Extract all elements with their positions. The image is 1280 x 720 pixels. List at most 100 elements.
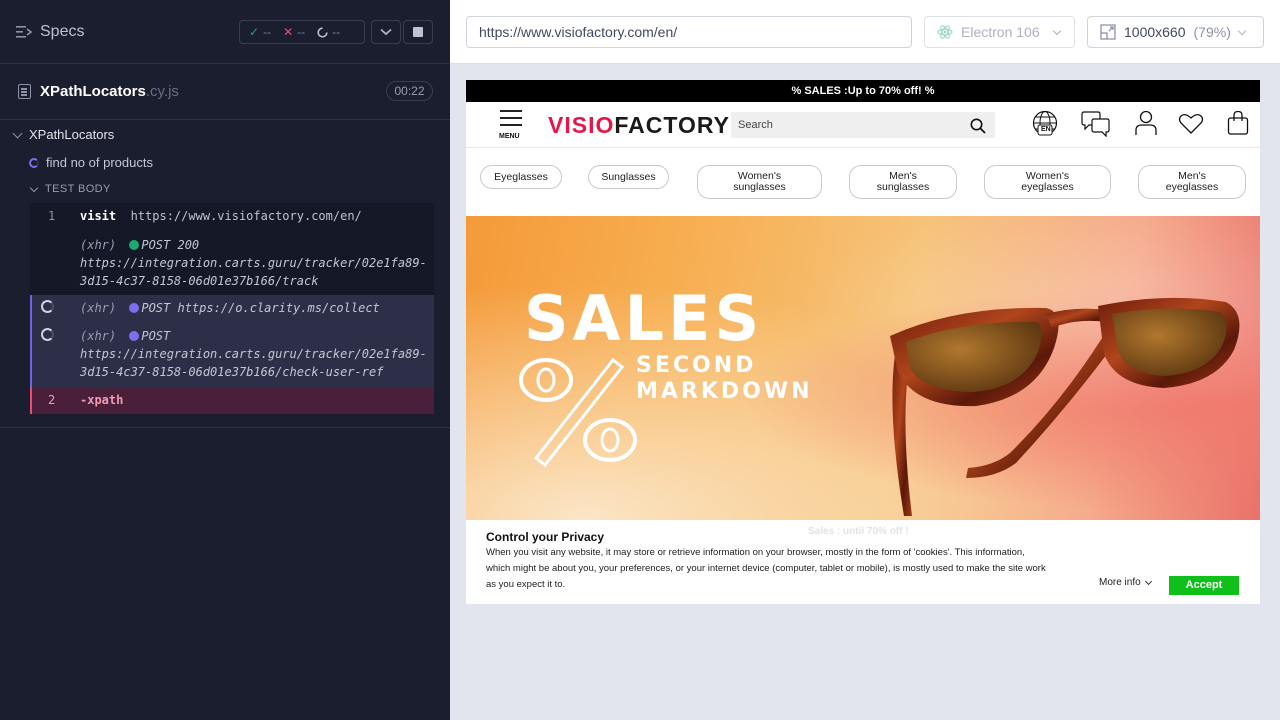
language-badge[interactable]: EN: [1041, 126, 1051, 133]
more-info-label: More info: [1099, 577, 1141, 588]
browser-name: Electron 106: [961, 24, 1040, 40]
failed-count: --: [297, 25, 306, 39]
test-label: find no of products: [46, 155, 153, 170]
banner-subtitle: SECOND MARKDOWN: [636, 353, 813, 404]
globe-icon[interactable]: [1032, 110, 1058, 138]
reporter-header: Specs ✓ -- ✕ -- --: [0, 0, 450, 64]
specs-icon[interactable]: [16, 25, 32, 39]
viewport-scale: (79%): [1193, 24, 1231, 40]
xhr-url: https://integration.carts.guru/tracker/0…: [80, 256, 427, 270]
passed-stat: ✓ --: [249, 25, 271, 39]
xhr-track-line[interactable]: (xhr) POST 200 https://integration.carts…: [80, 236, 427, 290]
viewport-size: 1000x660: [1124, 24, 1186, 40]
command-name: visit: [80, 209, 117, 223]
category-bar: Eyeglasses Sunglasses Women's sunglasses …: [466, 149, 1260, 216]
pending-stat: --: [317, 25, 340, 39]
menu-label[interactable]: MENU: [499, 133, 520, 140]
cookie-ghost-text: Sales : until 70% off !: [808, 526, 909, 537]
visit-line: visit https://www.visiofactory.com/en/: [80, 207, 362, 225]
site-logo[interactable]: VISIOFACTORY: [548, 112, 730, 139]
spinner-icon: [41, 328, 54, 341]
site-header: MENU VISIOFACTORY Search EN: [466, 102, 1260, 148]
test-stats: ✓ -- ✕ -- --: [239, 20, 365, 44]
cross-icon: ✕: [283, 25, 294, 39]
app-preview: https://www.visiofactory.com/en/ Electro…: [450, 0, 1280, 720]
dropdown-button[interactable]: [371, 20, 401, 44]
test-body-text: TEST BODY: [45, 183, 111, 195]
reporter-panel: Specs ✓ -- ✕ -- -- XPathLocators.cy.js 0…: [0, 0, 450, 720]
spinner-icon: [41, 300, 54, 313]
category-sunglasses[interactable]: Sunglasses: [588, 165, 669, 189]
chevron-down-icon: [1052, 26, 1061, 35]
specs-title[interactable]: Specs: [40, 23, 84, 41]
command-visit[interactable]: 1 visit https://www.visiofactory.com/en/…: [30, 203, 434, 295]
search-icon[interactable]: [970, 118, 986, 134]
chevron-down-icon: [1237, 26, 1247, 35]
heart-icon[interactable]: [1178, 113, 1204, 135]
chat-icon[interactable]: [1080, 111, 1112, 137]
stop-button[interactable]: [403, 20, 433, 44]
check-icon: ✓: [249, 25, 260, 39]
xhr-clarity-line[interactable]: (xhr) POST https://o.clarity.ms/collect: [80, 299, 380, 317]
duration-badge: 00:22: [386, 81, 433, 101]
url-bar[interactable]: https://www.visiofactory.com/en/: [466, 16, 912, 48]
stop-icon: [413, 27, 423, 37]
category-mens-sunglasses[interactable]: Men's sunglasses: [849, 165, 957, 199]
command-pending-xhr[interactable]: (xhr) POST https://o.clarity.ms/collect …: [30, 295, 434, 387]
command-number: 1: [48, 209, 56, 223]
status-dot: [129, 331, 140, 341]
cookie-banner: Sales : until 70% off ! Control your Pri…: [466, 520, 1260, 604]
category-womens-sunglasses[interactable]: Women's sunglasses: [697, 165, 822, 199]
failed-stat: ✕ --: [283, 25, 305, 39]
file-icon: [18, 84, 31, 99]
viewport-info[interactable]: 1000x660 (79%): [1087, 16, 1264, 48]
pending-count: --: [332, 25, 341, 39]
test-title[interactable]: find no of products: [29, 155, 153, 170]
cookie-title: Control your Privacy: [486, 530, 605, 544]
xhr-method-url: POST https://o.clarity.ms/collect: [141, 301, 380, 315]
chevron-down-icon: [29, 183, 39, 192]
divider: [0, 427, 450, 428]
aut-frame: % SALES :Up to 70% off! % MENU VISIOFACT…: [466, 80, 1260, 604]
browser-selector[interactable]: Electron 106: [924, 16, 1075, 48]
category-womens-eyeglasses[interactable]: Women's eyeglasses: [984, 165, 1111, 199]
category-mens-eyeglasses[interactable]: Men's eyeglasses: [1138, 165, 1246, 199]
spec-file-row[interactable]: XPathLocators.cy.js 00:22: [0, 64, 450, 120]
command-message: https://www.visiofactory.com/en/: [130, 209, 362, 223]
electron-icon: [937, 25, 953, 39]
command-name: -xpath: [80, 393, 124, 407]
more-info-link[interactable]: More info: [1099, 577, 1152, 588]
xhr-type: (xhr): [80, 301, 117, 315]
bag-icon[interactable]: [1227, 110, 1249, 136]
chevron-down-icon: [12, 128, 23, 138]
suite-title[interactable]: XPathLocators: [12, 127, 114, 142]
viewport-icon: [1100, 24, 1116, 40]
spinner-icon: [29, 157, 39, 168]
spinner-icon: [317, 26, 328, 38]
sunglasses-image: [890, 297, 1240, 516]
preview-toolbar: https://www.visiofactory.com/en/ Electro…: [450, 0, 1280, 64]
xhr-type: (xhr): [80, 329, 117, 343]
accept-cookies-button[interactable]: Accept: [1169, 576, 1239, 595]
xhr-method: POST 200: [141, 238, 200, 252]
xhr-check-user-line[interactable]: (xhr) POST https://integration.carts.gur…: [80, 327, 427, 381]
xhr-url: https://integration.carts.guru/tracker/0…: [80, 347, 427, 361]
category-eyeglasses[interactable]: Eyeglasses: [480, 165, 562, 189]
hero-banner[interactable]: SALES SECOND MARKDOWN: [466, 216, 1260, 520]
cookie-text: When you visit any website, it may store…: [486, 547, 1046, 590]
banner-headline: SALES: [524, 282, 764, 355]
search-input[interactable]: Search: [731, 112, 995, 138]
menu-icon[interactable]: [500, 110, 522, 131]
passed-count: --: [263, 25, 272, 39]
chevron-down-icon: [380, 28, 392, 36]
chevron-down-icon: [1144, 577, 1152, 585]
percent-icon: [519, 357, 637, 468]
command-number: 2: [48, 393, 56, 407]
xhr-type: (xhr): [80, 238, 117, 252]
user-icon[interactable]: [1134, 110, 1158, 136]
promo-banner[interactable]: % SALES :Up to 70% off! %: [466, 80, 1260, 102]
command-xpath-failed[interactable]: 2 -xpath: [30, 387, 434, 414]
xhr-url-cont: 3d15-4c37-8158-06d01e37b166/check-user-r…: [80, 365, 384, 379]
status-dot: [129, 303, 140, 313]
test-body-label[interactable]: TEST BODY: [29, 183, 111, 195]
